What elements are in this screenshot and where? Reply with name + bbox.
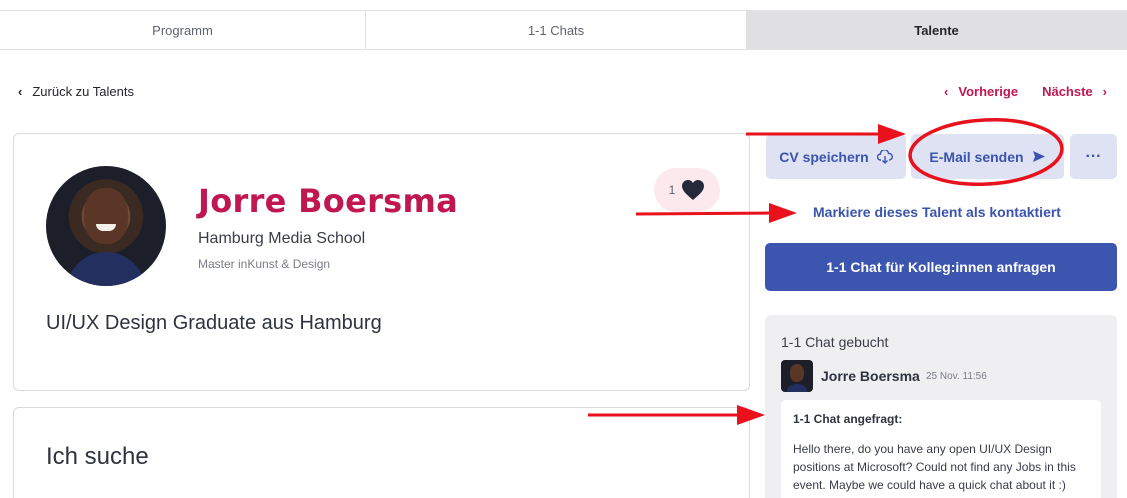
cloud-download-icon xyxy=(876,149,893,164)
chat-timestamp: 25 Nov. 11:56 xyxy=(926,371,987,382)
send-email-label: E-Mail senden xyxy=(929,148,1024,165)
chat-message: 1-1 Chat angefragt: Hello there, do you … xyxy=(781,400,1101,498)
send-icon xyxy=(1032,151,1045,162)
talent-school: Hamburg Media School xyxy=(198,230,366,247)
profile-card: Jorre Boersma Hamburg Media School Maste… xyxy=(13,133,750,391)
more-options-button[interactable]: ··· xyxy=(1070,134,1117,179)
chevron-right-icon[interactable]: › xyxy=(1103,84,1107,99)
tab-talente[interactable]: Talente xyxy=(746,11,1127,49)
request-chat-button[interactable]: 1-1 Chat für Kolleg:innen anfragen xyxy=(765,243,1117,291)
top-tab-bar: Programm 1-1 Chats Talente xyxy=(0,10,1127,50)
like-count: 1 xyxy=(668,183,676,197)
annotation-arrowhead xyxy=(769,203,797,223)
talent-name: Jorre Boersma xyxy=(198,182,459,220)
send-email-button[interactable]: E-Mail senden xyxy=(911,134,1064,179)
avatar xyxy=(781,360,813,392)
heart-icon xyxy=(682,180,705,200)
tab-chats[interactable]: 1-1 Chats xyxy=(366,11,746,49)
next-link[interactable]: Nächste xyxy=(1042,84,1093,99)
chat-message-title: 1-1 Chat angefragt: xyxy=(793,412,903,426)
chevron-left-icon[interactable]: ‹ xyxy=(944,84,948,99)
back-to-talents-link[interactable]: ‹ Zurück zu Talents xyxy=(18,84,134,99)
back-link-label: Zurück zu Talents xyxy=(32,84,134,99)
talent-headline: UI/UX Design Graduate aus Hamburg xyxy=(46,312,382,334)
chat-panel: 1-1 Chat gebucht Jorre Boersma 25 Nov. 1… xyxy=(765,315,1117,498)
section-title: Ich suche xyxy=(46,443,149,470)
save-cv-button[interactable]: CV speichern xyxy=(766,134,906,179)
chat-heading: 1-1 Chat gebucht xyxy=(781,334,889,350)
talent-pager: ‹ Vorherige Nächste › xyxy=(944,84,1107,99)
chat-message-text: Hello there, do you have any open UI/UX … xyxy=(793,442,1076,492)
chat-sender-name: Jorre Boersma xyxy=(821,368,920,384)
talent-program: Master inKunst & Design xyxy=(198,257,331,271)
mark-contacted-link[interactable]: Markiere dieses Talent als kontaktiert xyxy=(813,204,1061,220)
previous-link[interactable]: Vorherige xyxy=(958,84,1018,99)
more-icon: ··· xyxy=(1085,147,1102,165)
request-chat-label: 1-1 Chat für Kolleg:innen anfragen xyxy=(826,259,1056,275)
save-cv-label: CV speichern xyxy=(779,148,869,165)
looking-for-card: Ich suche xyxy=(13,407,750,498)
chevron-left-icon: ‹ xyxy=(18,84,23,99)
like-button[interactable]: 1 xyxy=(654,168,720,212)
avatar xyxy=(46,166,166,286)
tab-programm[interactable]: Programm xyxy=(0,11,366,49)
